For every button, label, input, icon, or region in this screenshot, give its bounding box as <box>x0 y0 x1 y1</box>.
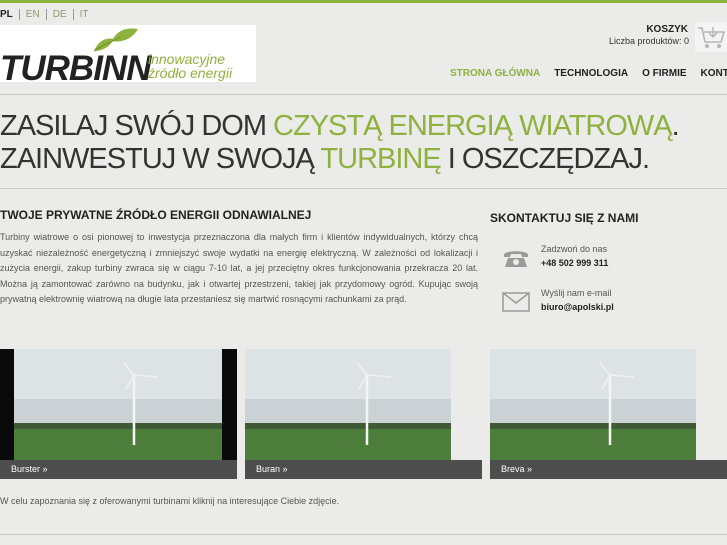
phone-icon <box>504 251 528 267</box>
lang-it-link[interactable]: IT <box>74 9 95 20</box>
nav-home[interactable]: STRONA GŁÓWNA <box>450 68 540 79</box>
hero-text: ZAINWESTUJ W SWOJĄ <box>0 143 321 175</box>
envelope-icon <box>502 292 530 312</box>
language-switcher: PL EN DE IT <box>0 9 94 20</box>
product-caption[interactable]: Buran » <box>245 460 482 479</box>
hero-line-1: ZASILAJ SWÓJ DOM CZYSTĄ ENERGIĄ WIATROWĄ… <box>0 110 680 143</box>
turbine-photo[interactable] <box>490 349 727 460</box>
site-logo[interactable]: TURBINN innowacyjne źródło energii <box>0 25 256 86</box>
phone-number[interactable]: +48 502 999 311 <box>541 258 608 268</box>
hero-highlight: CZYSTĄ ENERGIĄ WIATROWĄ <box>273 110 673 142</box>
lang-de-link[interactable]: DE <box>47 9 73 20</box>
cart-widget[interactable]: KOSZYK Liczba produktów: 0 <box>587 22 727 54</box>
about-title: TWOJE PRYWATNE ŹRÓDŁO ENERGII ODNAWIALNE… <box>0 208 312 222</box>
turbine-photo[interactable] <box>0 349 237 460</box>
top-accent-bar <box>0 0 727 3</box>
turbine-image <box>490 349 727 460</box>
hero-text: . <box>671 110 680 142</box>
nav-about[interactable]: O FIRMIE <box>642 68 686 79</box>
divider <box>0 94 727 95</box>
logo-tagline-2: źródło energii <box>148 65 233 81</box>
contact-title: SKONTAKTUJ SIĘ Z NAMI <box>490 211 639 225</box>
footer-note: W celu zapoznania się z oferowanymi turb… <box>0 496 340 506</box>
product-card-burster[interactable]: Burster » <box>0 349 237 479</box>
product-card-buran[interactable]: Buran » <box>245 349 482 479</box>
brand-name: TURBINN <box>0 49 151 88</box>
about-text: Turbiny wiatrowe o osi pionowej to inwes… <box>0 232 478 304</box>
turbine-image <box>0 349 237 460</box>
product-caption[interactable]: Burster » <box>0 460 237 479</box>
divider <box>0 188 727 189</box>
email-label: Wyślij nam e-mail <box>541 288 612 298</box>
nav-technology[interactable]: TECHNOLOGIA <box>554 68 628 79</box>
nav-contact[interactable]: KONTAKT <box>701 68 727 79</box>
hero-text: I OSZCZĘDZAJ. <box>440 143 650 175</box>
lang-pl-link[interactable]: PL <box>0 9 19 20</box>
phone-label: Zadzwoń do nas <box>541 244 608 254</box>
hero-text: ZASILAJ SWÓJ DOM <box>0 110 274 142</box>
main-nav: STRONA GŁÓWNA TECHNOLOGIA O FIRMIE KONTA… <box>450 68 727 79</box>
lang-en-link[interactable]: EN <box>20 9 46 20</box>
turbine-image <box>245 349 482 460</box>
email-address[interactable]: biuro@apolski.pl <box>541 302 614 312</box>
hero-highlight: TURBINĘ <box>320 143 441 175</box>
hero-line-2: ZAINWESTUJ W SWOJĄ TURBINĘ I OSZCZĘDZAJ. <box>0 143 679 176</box>
divider <box>0 534 727 535</box>
logo-tagline-1: innowacyjne <box>148 51 226 67</box>
cart-title: KOSZYK <box>646 24 688 35</box>
cart-count: Liczba produktów: 0 <box>608 36 689 46</box>
hero-headline: ZASILAJ SWÓJ DOM CZYSTĄ ENERGIĄ WIATROWĄ… <box>0 110 680 176</box>
product-caption[interactable]: Breva » <box>490 460 727 479</box>
cart-icon[interactable] <box>695 22 727 52</box>
product-card-breva[interactable]: Breva » <box>490 349 727 479</box>
turbine-photo[interactable] <box>245 349 482 460</box>
